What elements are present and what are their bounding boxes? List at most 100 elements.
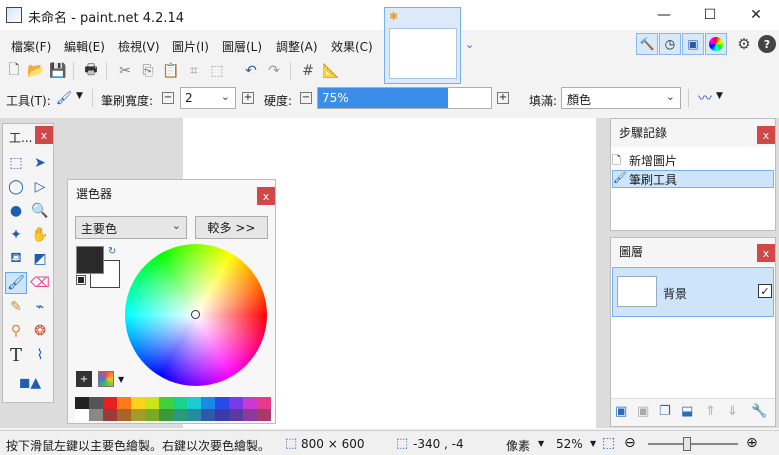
copy-icon[interactable]: ⎘ bbox=[138, 62, 158, 80]
palette-swatch[interactable] bbox=[243, 397, 257, 409]
layers-window-toggle-icon[interactable]: ▣ bbox=[682, 33, 704, 55]
palette-swatch[interactable] bbox=[159, 397, 173, 409]
palette-swatch[interactable] bbox=[187, 409, 201, 421]
palette-swatch[interactable] bbox=[257, 409, 271, 421]
shapes-tool-icon[interactable]: ◼▲ bbox=[13, 372, 47, 394]
palette-swatch[interactable] bbox=[117, 397, 131, 409]
palette-swatch[interactable] bbox=[201, 397, 215, 409]
help-icon[interactable]: ? bbox=[758, 35, 776, 53]
color-mode-select[interactable]: 主要色 ⌄ bbox=[75, 216, 187, 239]
merge-layer-down-icon[interactable]: ⬓ bbox=[681, 404, 693, 419]
reset-colors-icon[interactable] bbox=[76, 275, 86, 285]
palette-swatch[interactable] bbox=[75, 409, 89, 421]
hardness-slider[interactable]: 75% bbox=[317, 87, 492, 109]
pencil-tool-icon[interactable]: ✎ bbox=[5, 296, 27, 318]
zoom-dropdown-arrow-icon[interactable]: ▼ bbox=[590, 439, 596, 448]
palette-swatch[interactable] bbox=[131, 397, 145, 409]
hardness-decrease-button[interactable]: − bbox=[300, 92, 312, 104]
add-layer-icon[interactable]: ▣ bbox=[615, 404, 627, 419]
palette-swatch[interactable] bbox=[215, 397, 229, 409]
menu-adjustments[interactable]: 調整(A) bbox=[276, 38, 318, 55]
palette-swatch[interactable] bbox=[145, 409, 159, 421]
history-item-selected[interactable]: 🖌 筆刷工具 bbox=[612, 170, 774, 188]
history-window-toggle-icon[interactable]: ◷ bbox=[659, 33, 681, 55]
tab-list-chevron-icon[interactable]: ⌄ bbox=[465, 38, 474, 51]
palette-swatch[interactable] bbox=[145, 397, 159, 409]
palette-swatch[interactable] bbox=[173, 409, 187, 421]
layer-properties-icon[interactable]: 🔧 bbox=[751, 404, 767, 419]
zoom-in-icon[interactable]: ⊕ bbox=[746, 435, 758, 451]
primary-color-swatch[interactable] bbox=[76, 246, 104, 274]
crop-to-selection-icon[interactable]: ⌗ bbox=[184, 62, 204, 80]
new-file-icon[interactable]: 🗋 bbox=[4, 62, 24, 80]
history-panel-close-button[interactable]: x bbox=[757, 126, 775, 144]
palette-swatch[interactable] bbox=[173, 397, 187, 409]
palette-swatch[interactable] bbox=[229, 397, 243, 409]
add-color-to-palette-icon[interactable]: + bbox=[76, 371, 92, 387]
color-wheel-cursor[interactable] bbox=[191, 310, 200, 319]
grid-icon[interactable]: # bbox=[298, 62, 318, 80]
maximize-button[interactable]: ☐ bbox=[687, 0, 733, 30]
menu-image[interactable]: 圖片(I) bbox=[172, 38, 209, 55]
units-select[interactable]: 像素 bbox=[506, 437, 530, 454]
paint-bucket-tool-icon[interactable]: ⛾ bbox=[5, 248, 27, 270]
layer-visibility-checkbox[interactable]: ✓ bbox=[758, 284, 772, 298]
menu-view[interactable]: 檢視(V) bbox=[118, 38, 160, 55]
cut-icon[interactable]: ✂ bbox=[115, 62, 135, 80]
palette-swatch[interactable] bbox=[89, 397, 103, 409]
palette-swatch[interactable] bbox=[131, 409, 145, 421]
ruler-icon[interactable]: 📐 bbox=[321, 62, 341, 80]
layers-panel-close-button[interactable]: x bbox=[757, 244, 775, 262]
duplicate-layer-icon[interactable]: ❐ bbox=[659, 404, 671, 419]
colors-window-toggle-icon[interactable] bbox=[705, 33, 727, 55]
current-tool-brush-icon[interactable]: 🖌 bbox=[53, 89, 75, 107]
clone-stamp-tool-icon[interactable]: ⚲ bbox=[5, 320, 27, 342]
layer-row-background[interactable]: 背景 ✓ bbox=[612, 267, 774, 317]
tools-window-toggle-icon[interactable]: 🔨 bbox=[636, 33, 658, 55]
undo-icon[interactable]: ↶ bbox=[241, 62, 261, 80]
palette-swatch[interactable] bbox=[187, 397, 201, 409]
eraser-tool-icon[interactable]: ⌫ bbox=[29, 272, 51, 294]
open-folder-icon[interactable]: 📂 bbox=[26, 62, 46, 80]
palette-swatch[interactable] bbox=[103, 397, 117, 409]
menu-edit[interactable]: 編輯(E) bbox=[64, 38, 105, 55]
fill-select[interactable]: 顏色 ⌄ bbox=[561, 87, 681, 109]
color-picker-tool-icon[interactable]: ⌁ bbox=[29, 296, 51, 318]
move-layer-down-icon[interactable]: ⇓ bbox=[727, 404, 738, 419]
print-icon[interactable]: 🖶 bbox=[81, 62, 101, 80]
redo-icon[interactable]: ↷ bbox=[264, 62, 284, 80]
palette-swatch[interactable] bbox=[159, 409, 173, 421]
lasso-select-tool-icon[interactable]: ◯ bbox=[5, 176, 27, 198]
delete-layer-icon[interactable]: ▣ bbox=[637, 404, 649, 419]
antialiasing-dropdown-arrow-icon[interactable]: ▼ bbox=[716, 91, 723, 101]
text-tool-icon[interactable]: T bbox=[5, 344, 27, 366]
move-layer-up-icon[interactable]: ⇑ bbox=[705, 404, 716, 419]
brush-width-decrease-button[interactable]: − bbox=[162, 92, 174, 104]
zoom-slider-handle[interactable] bbox=[683, 437, 691, 451]
ellipse-select-tool-icon[interactable]: ● bbox=[5, 200, 27, 222]
palette-swatch[interactable] bbox=[215, 409, 229, 421]
save-icon[interactable]: 💾 bbox=[48, 62, 68, 80]
history-item[interactable]: 🗋 新增圖片 bbox=[612, 151, 774, 169]
menu-file[interactable]: 檔案(F) bbox=[11, 38, 51, 55]
magic-wand-tool-icon[interactable]: ✦ bbox=[5, 224, 27, 246]
antialiasing-icon[interactable]: 〰 bbox=[695, 89, 715, 107]
menu-layers[interactable]: 圖層(L) bbox=[222, 38, 262, 55]
palette-swatch[interactable] bbox=[229, 409, 243, 421]
colors-panel-close-button[interactable]: x bbox=[257, 187, 275, 205]
paste-icon[interactable]: 📋 bbox=[161, 62, 181, 80]
more-colors-button[interactable]: 較多 >> bbox=[195, 216, 268, 239]
palette-menu-arrow-icon[interactable]: ▼ bbox=[118, 375, 124, 384]
brush-width-increase-button[interactable]: + bbox=[242, 92, 254, 104]
close-button[interactable]: ✕ bbox=[733, 0, 779, 30]
brush-width-select[interactable]: 2 ⌄ bbox=[180, 87, 236, 109]
tool-dropdown-arrow-icon[interactable]: ▼ bbox=[76, 91, 83, 101]
palette-swatch[interactable] bbox=[243, 409, 257, 421]
zoom-out-icon[interactable]: ⊖ bbox=[624, 435, 636, 451]
zoom-tool-icon[interactable]: 🔍 bbox=[29, 200, 51, 222]
hardness-increase-button[interactable]: + bbox=[497, 92, 509, 104]
deselect-icon[interactable]: ⬚ bbox=[207, 62, 227, 80]
settings-gear-icon[interactable]: ⚙ bbox=[735, 35, 753, 53]
palette-swatch[interactable] bbox=[117, 409, 131, 421]
zoom-slider-track[interactable] bbox=[648, 443, 738, 445]
